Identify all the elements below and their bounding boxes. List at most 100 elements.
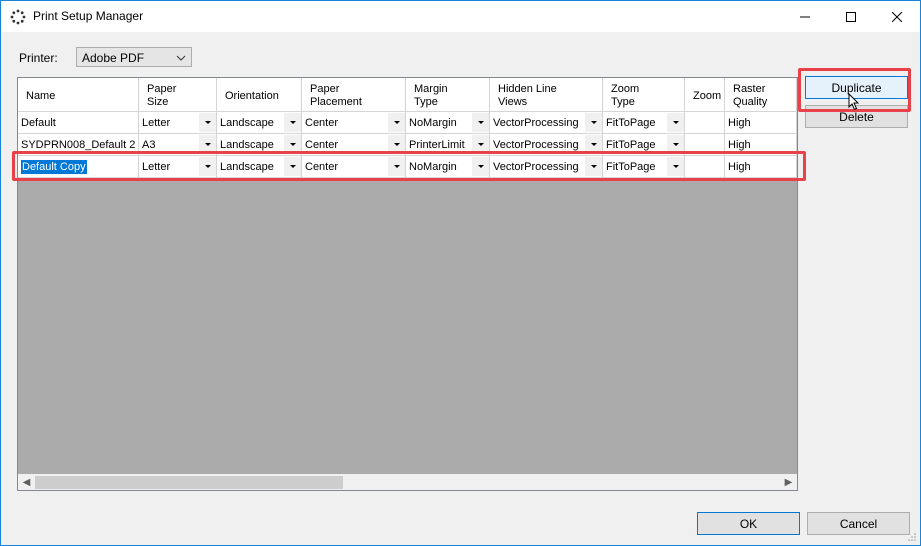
column-header-label: Quality: [733, 96, 768, 108]
table-row[interactable]: Default Copy Letter Landscape Center NoMargi…: [18, 156, 797, 178]
column-header[interactable]: Paper Size: [139, 78, 217, 112]
table-cell[interactable]: Landscape: [217, 112, 302, 134]
column-header-label: Paper: [310, 83, 340, 95]
table-cell[interactable]: Default: [18, 112, 139, 134]
resize-grip-icon[interactable]: [907, 532, 917, 542]
table-cell[interactable]: PrinterLimit: [406, 134, 490, 156]
table-cell[interactable]: High: [725, 134, 797, 156]
column-header[interactable]: Zoom: [685, 78, 725, 112]
table-cell[interactable]: FitToPage: [603, 112, 685, 134]
horizontal-scrollbar[interactable]: ◀ ▶: [18, 474, 797, 490]
printer-select[interactable]: Adobe PDF: [76, 47, 192, 67]
column-header-label: Type: [611, 96, 635, 108]
cell-value: PrinterLimit: [409, 139, 465, 151]
cell-value: Landscape: [220, 117, 274, 129]
table-cell[interactable]: A3: [139, 134, 217, 156]
dropdown-arrow-icon[interactable]: [585, 135, 602, 154]
table-cell[interactable]: Landscape: [217, 134, 302, 156]
scrollbar-thumb[interactable]: [35, 476, 343, 489]
dropdown-arrow-icon[interactable]: [284, 135, 301, 154]
column-header-label: Name: [26, 90, 56, 102]
dropdown-arrow-icon[interactable]: [667, 113, 684, 132]
minimize-icon: [800, 16, 810, 17]
cancel-button[interactable]: Cancel: [807, 512, 910, 535]
table-cell[interactable]: Center: [302, 112, 406, 134]
dropdown-arrow-icon[interactable]: [199, 157, 216, 176]
table-cell[interactable]: FitToPage: [603, 134, 685, 156]
cell-value: VectorProcessing: [493, 139, 579, 151]
cell-value: Center: [305, 117, 339, 129]
cell-value: VectorProcessing: [493, 117, 579, 129]
table-cell[interactable]: VectorProcessing: [490, 112, 603, 134]
column-header-label: Zoom: [693, 90, 722, 102]
cell-value: Letter: [142, 161, 171, 173]
column-header[interactable]: Hidden Line Views: [490, 78, 603, 112]
table-cell[interactable]: High: [725, 112, 797, 134]
table-cell[interactable]: [685, 156, 725, 178]
table-cell[interactable]: Landscape: [217, 156, 302, 178]
dropdown-arrow-icon[interactable]: [388, 135, 405, 154]
cell-value: Center: [305, 161, 339, 173]
cell-value: Center: [305, 139, 339, 151]
maximize-button[interactable]: [828, 1, 874, 32]
close-button[interactable]: [874, 1, 920, 32]
printer-selected-value: Adobe PDF: [82, 51, 145, 65]
table-cell[interactable]: VectorProcessing: [490, 134, 603, 156]
column-header-label: Placement: [310, 96, 362, 108]
column-header[interactable]: Orientation: [217, 78, 302, 112]
column-header-label: Margin: [414, 83, 448, 95]
table-cell[interactable]: Center: [302, 156, 406, 178]
print-setup-grid[interactable]: Name Paper Size Orientation Paper Placement Ma…: [17, 77, 798, 491]
cell-value: Default: [21, 117, 56, 129]
column-header[interactable]: Name: [18, 78, 139, 112]
dropdown-arrow-icon[interactable]: [585, 157, 602, 176]
minimize-button[interactable]: [782, 1, 828, 32]
column-header[interactable]: Paper Placement: [302, 78, 406, 112]
table-row[interactable]: SYDPRN008_Default 2 A3 Landscape Center Prin…: [18, 134, 797, 156]
cell-value: VectorProcessing: [493, 161, 579, 173]
table-cell[interactable]: SYDPRN008_Default 2: [18, 134, 139, 156]
dropdown-arrow-icon[interactable]: [585, 113, 602, 132]
cell-value: Letter: [142, 117, 171, 129]
column-header-label: Raster: [733, 83, 766, 95]
table-cell[interactable]: Default Copy: [18, 156, 139, 178]
ok-button[interactable]: OK: [697, 512, 800, 535]
cell-value: High: [728, 117, 751, 129]
dropdown-arrow-icon[interactable]: [284, 113, 301, 132]
table-cell[interactable]: [685, 134, 725, 156]
table-cell[interactable]: NoMargin: [406, 156, 490, 178]
maximize-icon: [846, 11, 856, 22]
dropdown-arrow-icon[interactable]: [472, 157, 489, 176]
cell-value: Landscape: [220, 161, 274, 173]
dropdown-arrow-icon[interactable]: [199, 135, 216, 154]
table-cell[interactable]: Letter: [139, 156, 217, 178]
column-header[interactable]: Margin Type: [406, 78, 490, 112]
table-cell[interactable]: VectorProcessing: [490, 156, 603, 178]
printer-label: Printer:: [19, 51, 58, 65]
dropdown-arrow-icon[interactable]: [199, 113, 216, 132]
window-title: Print Setup Manager: [33, 9, 144, 23]
column-header[interactable]: Zoom Type: [603, 78, 685, 112]
dropdown-arrow-icon[interactable]: [388, 113, 405, 132]
dropdown-arrow-icon[interactable]: [472, 135, 489, 154]
table-cell[interactable]: Letter: [139, 112, 217, 134]
cell-value: Landscape: [220, 139, 274, 151]
cell-value: Default Copy: [21, 160, 87, 174]
table-cell[interactable]: Center: [302, 134, 406, 156]
table-cell[interactable]: FitToPage: [603, 156, 685, 178]
dropdown-arrow-icon[interactable]: [284, 157, 301, 176]
table-cell[interactable]: [685, 112, 725, 134]
cell-value: FitToPage: [606, 117, 656, 129]
dropdown-arrow-icon[interactable]: [667, 135, 684, 154]
dropdown-arrow-icon[interactable]: [388, 157, 405, 176]
table-cell[interactable]: NoMargin: [406, 112, 490, 134]
table-row[interactable]: Default Letter Landscape Center NoMargin Vect…: [18, 112, 797, 134]
dropdown-arrow-icon[interactable]: [472, 113, 489, 132]
column-header[interactable]: Raster Quality: [725, 78, 797, 112]
spinner-dots-icon: [10, 9, 26, 25]
scroll-left-icon[interactable]: ◀: [18, 474, 35, 490]
dropdown-arrow-icon[interactable]: [667, 157, 684, 176]
table-cell[interactable]: High: [725, 156, 797, 178]
chevron-down-icon: [176, 55, 186, 61]
scroll-right-icon[interactable]: ▶: [780, 474, 797, 490]
